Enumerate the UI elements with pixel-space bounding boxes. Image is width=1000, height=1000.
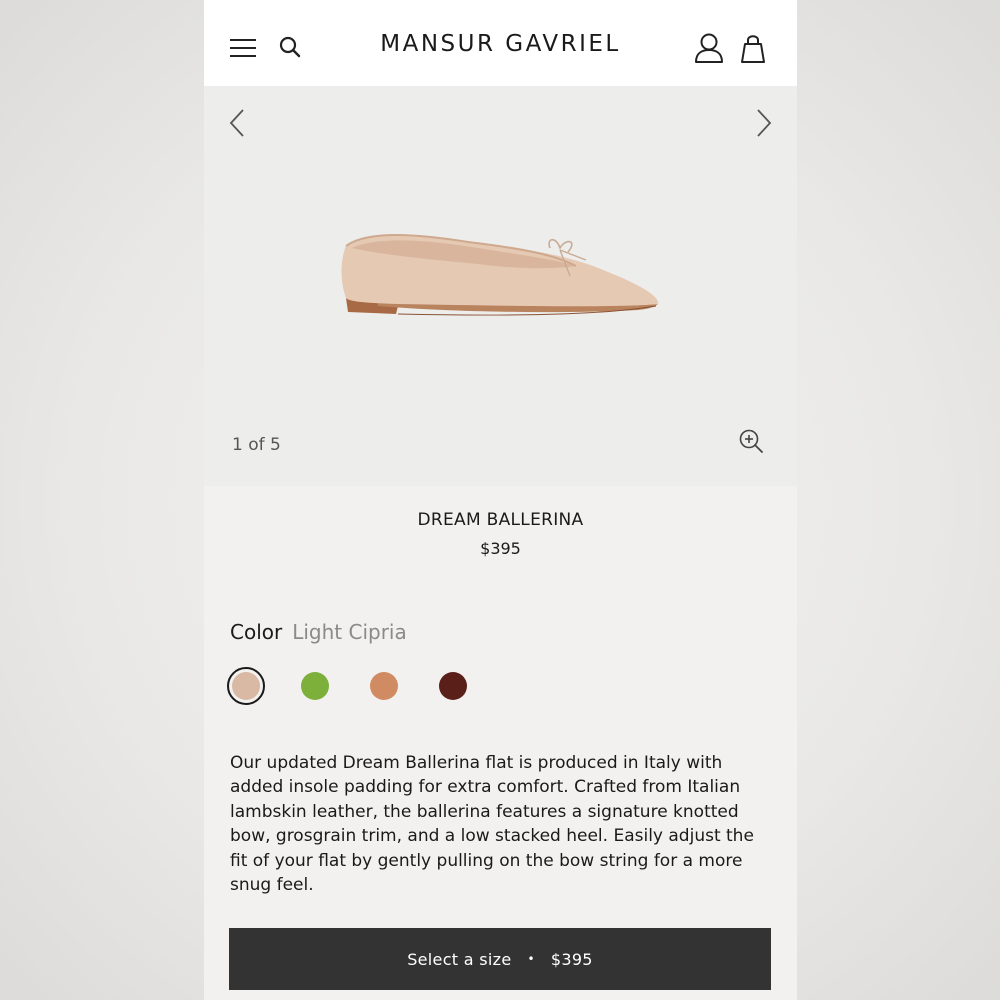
chevron-left-icon[interactable] (226, 108, 248, 138)
search-icon[interactable] (278, 35, 302, 59)
color-swatch-light-cipria[interactable] (227, 667, 265, 705)
zoom-in-icon[interactable] (738, 428, 764, 454)
selected-color-name: Light Cipria (292, 620, 407, 644)
color-selector-label: Color Light Cipria (230, 620, 407, 644)
color-swatches (227, 667, 527, 705)
product-page: MANSUR GAVRIEL 1 of 5 DREAM BALLERINA $3… (204, 0, 797, 1000)
shopping-bag-icon[interactable] (740, 32, 766, 64)
account-icon[interactable] (694, 32, 724, 64)
color-swatch-tan[interactable] (365, 667, 403, 705)
swatch-dot (370, 672, 398, 700)
hamburger-menu-icon[interactable] (230, 38, 256, 58)
product-image-gallery[interactable]: 1 of 5 (204, 86, 797, 486)
sticky-add-to-bag-bar: Select a size • $395 (204, 900, 797, 1000)
swatch-dot (439, 672, 467, 700)
brand-logo[interactable]: MANSUR GAVRIEL (324, 31, 677, 57)
image-counter: 1 of 5 (232, 435, 281, 455)
swatch-dot (301, 672, 329, 700)
color-label: Color (230, 620, 283, 644)
product-name: DREAM BALLERINA (417, 510, 584, 530)
swatch-dot (232, 672, 260, 700)
chevron-right-icon[interactable] (753, 108, 775, 138)
cta-price: $395 (550, 949, 593, 969)
cta-label: Select a size (407, 949, 512, 969)
cta-separator: • (527, 952, 535, 966)
color-swatch-green[interactable] (296, 667, 334, 705)
color-swatch-brown[interactable] (434, 667, 472, 705)
product-price: $395 (480, 539, 521, 558)
product-description: Our updated Dream Ballerina flat is prod… (230, 753, 754, 896)
product-image-shoe (341, 234, 659, 316)
site-header: MANSUR GAVRIEL (204, 0, 797, 86)
select-size-button[interactable]: Select a size • $395 (229, 928, 771, 990)
